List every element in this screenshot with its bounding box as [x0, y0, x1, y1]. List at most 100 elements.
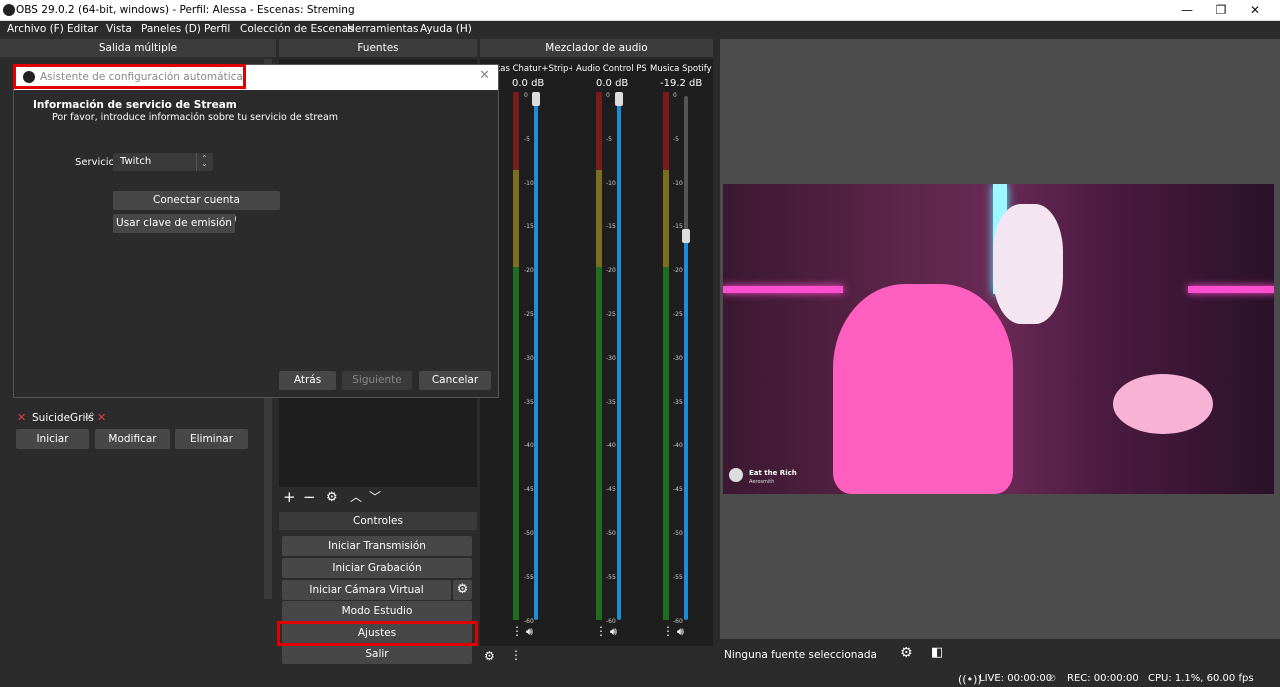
advanced-audio-gear-icon[interactable]: ⚙	[484, 650, 495, 662]
close-button[interactable]: ✕	[1238, 0, 1272, 21]
service-label: Servicio	[75, 157, 115, 168]
error-icon: ✕	[97, 411, 107, 424]
menu-file[interactable]: Archivo (F)	[7, 23, 64, 35]
neon-light	[1188, 286, 1274, 293]
obs-logo-icon	[3, 4, 15, 16]
source-properties-gear-icon[interactable]: ⚙	[900, 646, 913, 660]
preview-image: Eat the Rich Aerosmith	[723, 184, 1274, 494]
neon-light	[723, 286, 843, 293]
menu-scene-collection[interactable]: Colección de Escenas	[240, 23, 353, 35]
back-button[interactable]: Atrás	[279, 371, 336, 390]
use-stream-key-button[interactable]: Usar clave de emisión	[113, 214, 235, 233]
menu-profile[interactable]: Perfil	[204, 23, 230, 35]
next-button[interactable]: Siguiente	[342, 371, 412, 390]
dialog-close-icon[interactable]: ✕	[479, 68, 490, 83]
scale-tick: -5	[606, 135, 612, 143]
menu-bar: Archivo (F) Editar Vista Paneles (D) Per…	[0, 21, 1280, 39]
filters-icon[interactable]: ◧	[931, 646, 943, 659]
scale-tick: -25	[524, 311, 534, 318]
scale-tick: -10	[673, 179, 683, 187]
person-hair	[993, 204, 1063, 324]
scale-tick: -5	[524, 135, 530, 143]
scale-tick: -20	[673, 267, 683, 275]
start-recording-button[interactable]: Iniciar Grabación	[282, 558, 472, 578]
studio-mode-button[interactable]: Modo Estudio	[282, 601, 472, 621]
volume-meter	[663, 92, 669, 620]
song-title: Eat the Rich	[749, 469, 797, 477]
scale-tick: -50	[524, 530, 534, 537]
menu-view[interactable]: Vista	[106, 23, 132, 35]
scale-tick: -30	[673, 354, 683, 362]
scale-tick: 0	[606, 92, 610, 99]
auto-config-dialog: Asistente de configuración automática ✕ …	[13, 64, 499, 398]
sources-header: Fuentes	[279, 39, 477, 57]
chevron-up-icon[interactable]: ︿	[350, 491, 362, 503]
service-select[interactable]: Twitch ⌃ ⌄	[113, 153, 213, 171]
song-artist: Aerosmith	[749, 479, 775, 485]
fader-knob[interactable]	[615, 92, 623, 106]
start-output-button[interactable]: Iniciar	[16, 429, 89, 449]
minimize-button[interactable]: —	[1170, 0, 1204, 21]
menu-dots-icon[interactable]: ⋮	[510, 649, 522, 661]
no-source-label: Ninguna fuente seleccionada	[724, 649, 877, 661]
scale-tick: 0	[524, 92, 528, 99]
volume-fader[interactable]	[684, 235, 688, 620]
speaker-icon[interactable]: 🔊︎	[526, 626, 533, 638]
channel-name: Audio Control PS5	[576, 64, 646, 74]
scale-tick: -60	[606, 617, 616, 625]
start-virtualcam-button[interactable]: Iniciar Cámara Virtual	[282, 580, 451, 600]
fader-track[interactable]	[684, 96, 688, 234]
scale-tick: -45	[606, 486, 616, 494]
multi-output-header: Salida múltiple	[0, 39, 276, 57]
fader-knob[interactable]	[532, 92, 540, 106]
volume-fader[interactable]	[617, 98, 621, 620]
add-icon[interactable]: +	[283, 490, 296, 505]
dialog-heading: Información de servicio de Stream	[33, 99, 237, 111]
speaker-icon[interactable]: 🔊︎	[677, 626, 684, 638]
connect-account-button[interactable]: Conectar cuenta (recomendado)	[113, 191, 280, 225]
link-icon: ☍	[85, 412, 95, 422]
scale-tick: -50	[606, 530, 616, 537]
delete-output-button[interactable]: Eliminar	[175, 429, 248, 449]
scale-tick: -15	[524, 223, 534, 231]
maximize-button[interactable]: ❐	[1204, 0, 1238, 21]
virtualcam-settings-gear-icon[interactable]: ⚙	[453, 580, 472, 600]
album-art-icon	[729, 468, 743, 482]
scale-tick: -30	[606, 354, 616, 362]
scale-tick: -55	[673, 573, 683, 581]
fader-knob[interactable]	[682, 229, 690, 244]
menu-docks[interactable]: Paneles (D)	[141, 23, 201, 35]
service-value: Twitch	[120, 156, 152, 167]
scale-tick: -35	[673, 398, 683, 406]
menu-dots-icon[interactable]: ⋮	[662, 625, 674, 637]
scale-tick: -60	[673, 617, 683, 625]
volume-meter	[513, 92, 519, 620]
mixer-header: Mezclador de audio	[480, 39, 713, 57]
menu-edit[interactable]: Editar	[67, 23, 98, 35]
exit-button[interactable]: Salir	[282, 644, 472, 664]
pillow	[1113, 374, 1213, 434]
scale-tick: 0	[673, 92, 677, 99]
speaker-icon[interactable]: 🔊︎	[610, 626, 617, 638]
scale-tick: -40	[524, 442, 534, 450]
cancel-button[interactable]: Cancelar	[419, 371, 491, 390]
error-icon: ✕	[17, 411, 27, 424]
scale-tick: -30	[524, 354, 534, 362]
scale-tick: -15	[673, 223, 683, 231]
menu-dots-icon[interactable]: ⋮	[595, 625, 607, 637]
start-stream-button[interactable]: Iniciar Transmisión	[282, 536, 472, 556]
modify-output-button[interactable]: Modificar	[95, 429, 170, 449]
menu-help[interactable]: Ayuda (H)	[420, 23, 472, 35]
source-toolbar: Ninguna fuente seleccionada ⚙ ◧	[720, 643, 1280, 667]
stepper-icon: ⌄	[201, 159, 208, 168]
scale-tick: -25	[673, 311, 683, 318]
remove-icon[interactable]: −	[303, 490, 316, 505]
gear-icon[interactable]: ⚙	[326, 491, 338, 504]
menu-tools[interactable]: Herramientas	[347, 23, 419, 35]
menu-dots-icon[interactable]: ⋮	[511, 625, 523, 637]
scale-tick: -50	[673, 530, 683, 537]
chevron-down-icon[interactable]: ﹀	[369, 491, 381, 503]
scale-tick: -35	[606, 398, 616, 406]
scale-tick: -20	[524, 267, 534, 275]
volume-fader[interactable]	[534, 98, 538, 620]
